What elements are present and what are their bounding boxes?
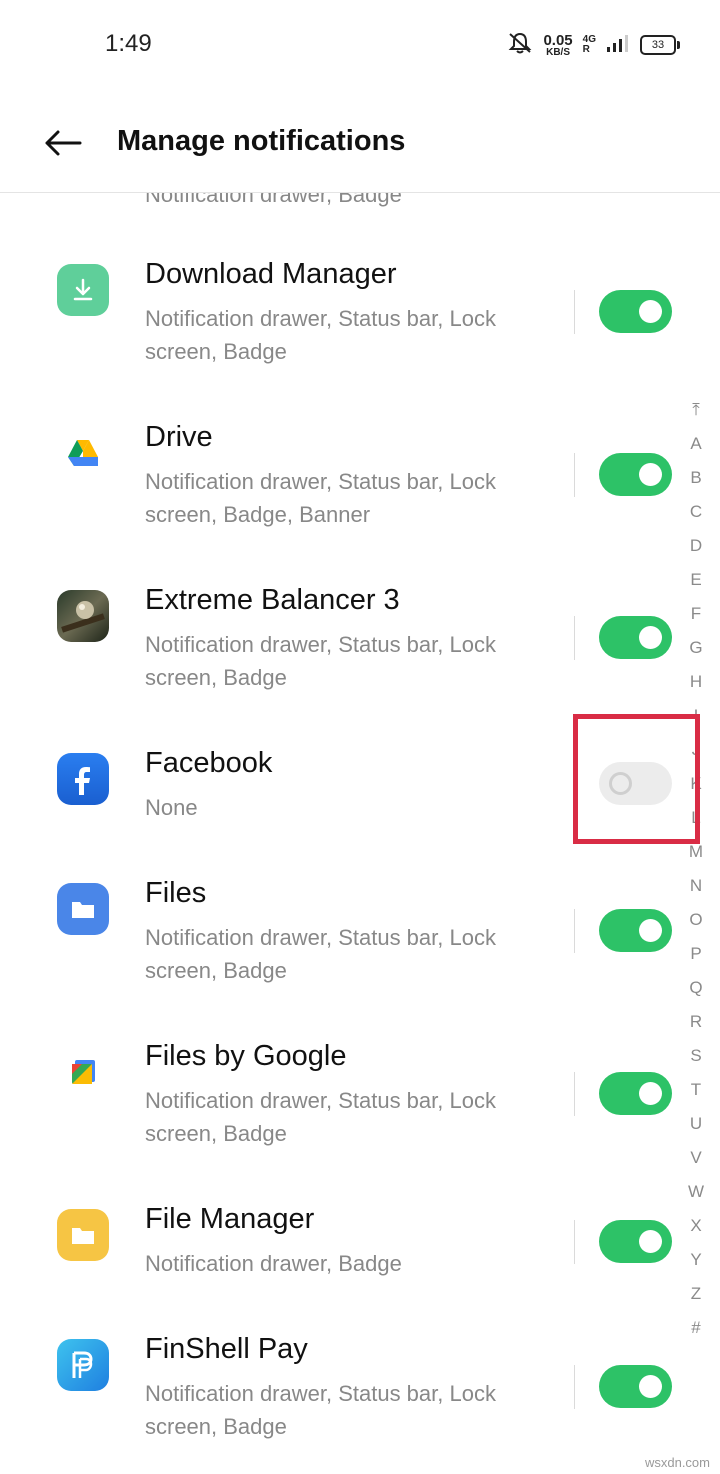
game-icon bbox=[57, 590, 109, 642]
signal-icon bbox=[606, 33, 630, 58]
toggle-knob bbox=[639, 1082, 662, 1105]
notification-toggle-extreme-balancer-3[interactable] bbox=[599, 616, 672, 659]
index-letter-y[interactable]: Y bbox=[680, 1243, 712, 1277]
net-speed-unit: KB/S bbox=[546, 46, 570, 58]
index-letter-p[interactable]: P bbox=[680, 937, 712, 971]
index-letter-g[interactable]: G bbox=[680, 631, 712, 665]
back-button[interactable] bbox=[40, 120, 86, 166]
index-letter-v[interactable]: V bbox=[680, 1141, 712, 1175]
divider bbox=[574, 290, 575, 334]
app-name: File Manager bbox=[145, 1203, 315, 1235]
index-letter-r[interactable]: R bbox=[680, 1005, 712, 1039]
index-letters: A B C D E F G H I J K L M N O P Q R S T U V W X Y Z # bbox=[680, 427, 712, 1345]
app-name: Files bbox=[145, 877, 207, 909]
index-letter-n[interactable]: N bbox=[680, 869, 712, 903]
status-time: 1:49 bbox=[105, 30, 152, 57]
app-notification-types: Notification drawer, Status bar, Lock sc… bbox=[145, 469, 496, 527]
index-letter-u[interactable]: U bbox=[680, 1107, 712, 1141]
notification-toggle-files[interactable] bbox=[599, 909, 672, 952]
facebook-icon bbox=[57, 753, 109, 805]
folder-icon bbox=[57, 1209, 109, 1261]
app-notification-types: Notification drawer, Status bar, Lock sc… bbox=[145, 306, 496, 364]
app-name: Facebook bbox=[145, 747, 273, 779]
app-notification-types: Notification drawer, Status bar, Lock sc… bbox=[145, 1381, 496, 1439]
header: Manage notifications bbox=[0, 90, 720, 193]
notification-toggle-drive[interactable] bbox=[599, 453, 672, 496]
network-roaming-label: R bbox=[582, 44, 590, 55]
watermark: wsxdn.com bbox=[644, 1455, 710, 1470]
divider bbox=[574, 616, 575, 660]
index-letter-o[interactable]: O bbox=[680, 903, 712, 937]
files-by-google-icon bbox=[57, 1046, 109, 1098]
index-letter-w[interactable]: W bbox=[680, 1175, 712, 1209]
index-letter-x[interactable]: X bbox=[680, 1209, 712, 1243]
mute-bell-icon bbox=[507, 31, 533, 60]
app-notification-types: None bbox=[145, 795, 198, 820]
index-top[interactable]: ⤒ bbox=[680, 393, 712, 427]
index-letter-h[interactable]: H bbox=[680, 665, 712, 699]
toggle-knob bbox=[639, 626, 662, 649]
download-icon bbox=[57, 264, 109, 316]
net-speed: 0.05 KB/S bbox=[543, 33, 572, 58]
toggle-knob bbox=[639, 463, 662, 486]
index-letter-t[interactable]: T bbox=[680, 1073, 712, 1107]
drive-icon bbox=[57, 427, 109, 479]
index-letter-f[interactable]: F bbox=[680, 597, 712, 631]
index-letter-z[interactable]: Z bbox=[680, 1277, 712, 1311]
notification-toggle-files-by-google[interactable] bbox=[599, 1072, 672, 1115]
app-name: Files by Google bbox=[145, 1040, 347, 1072]
notification-toggle-download-manager[interactable] bbox=[599, 290, 672, 333]
app-name: Drive bbox=[145, 421, 213, 453]
index-letter-q[interactable]: Q bbox=[680, 971, 712, 1005]
app-name: Extreme Balancer 3 bbox=[145, 584, 400, 616]
toggle-knob bbox=[639, 1375, 662, 1398]
battery-icon: 33 bbox=[640, 35, 680, 55]
index-letter-#[interactable]: # bbox=[680, 1311, 712, 1345]
notification-toggle-file-manager[interactable] bbox=[599, 1220, 672, 1263]
finshell-icon bbox=[57, 1339, 109, 1391]
app-notification-types: Notification drawer, Status bar, Lock sc… bbox=[145, 632, 496, 690]
index-letter-b[interactable]: B bbox=[680, 461, 712, 495]
app-name: Download Manager bbox=[145, 258, 397, 290]
index-letter-a[interactable]: A bbox=[680, 427, 712, 461]
app-notification-types: Notification drawer, Status bar, Lock sc… bbox=[145, 925, 496, 983]
divider bbox=[574, 1365, 575, 1409]
app-name: FinShell Pay bbox=[145, 1333, 308, 1365]
divider bbox=[574, 453, 575, 497]
status-icons: 0.05 KB/S 4G R 33 bbox=[507, 30, 680, 60]
app-notification-types: Notification drawer, Status bar, Lock sc… bbox=[145, 1088, 496, 1146]
network-type: 4G R bbox=[582, 34, 596, 56]
toggle-knob bbox=[639, 1230, 662, 1253]
highlight-box bbox=[573, 714, 700, 844]
index-letter-c[interactable]: C bbox=[680, 495, 712, 529]
index-letter-e[interactable]: E bbox=[680, 563, 712, 597]
divider bbox=[574, 909, 575, 953]
divider bbox=[574, 1072, 575, 1116]
index-letter-d[interactable]: D bbox=[680, 529, 712, 563]
toggle-knob bbox=[639, 919, 662, 942]
divider bbox=[574, 1220, 575, 1264]
app-notification-types: Notification drawer, Badge bbox=[145, 1251, 402, 1276]
status-bar: 1:49 0.05 KB/S 4G R 33 bbox=[0, 0, 720, 90]
index-letter-s[interactable]: S bbox=[680, 1039, 712, 1073]
notification-toggle-finshell-pay[interactable] bbox=[599, 1365, 672, 1408]
alphabet-index[interactable]: ⤒ A B C D E F G H I J K L M N O P Q R S T U V W X Y Z # bbox=[680, 393, 712, 1345]
folder-icon bbox=[57, 883, 109, 935]
arrow-left-icon bbox=[45, 130, 82, 156]
page-title: Manage notifications bbox=[117, 125, 406, 157]
net-speed-value: 0.05 bbox=[543, 31, 573, 49]
toggle-knob bbox=[639, 300, 662, 323]
